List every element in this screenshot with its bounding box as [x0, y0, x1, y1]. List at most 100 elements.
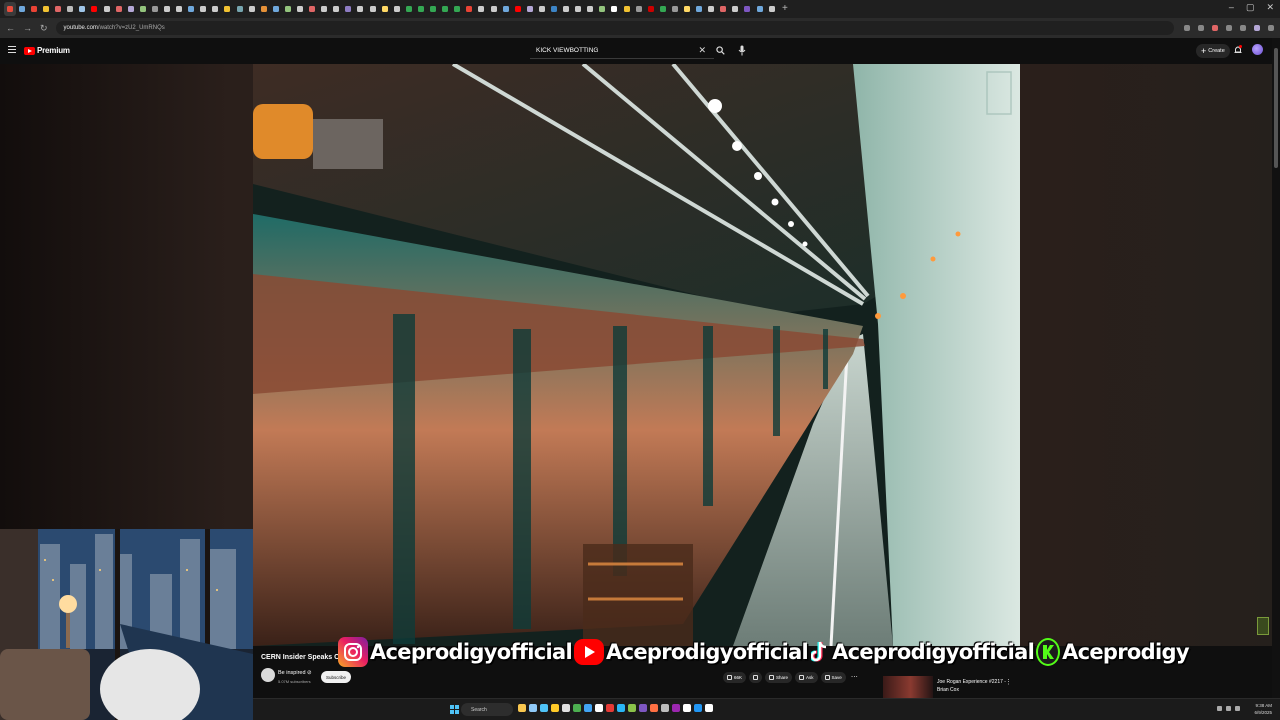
browser-tab[interactable] [621, 2, 633, 16]
taskbar-app-icon[interactable] [606, 704, 614, 712]
extension-icon[interactable] [1184, 25, 1190, 31]
browser-tab[interactable] [693, 2, 705, 16]
back-icon[interactable]: ← [6, 23, 15, 33]
browser-tab[interactable] [367, 2, 379, 16]
browser-tab[interactable] [306, 2, 318, 16]
browser-tab[interactable] [4, 2, 16, 16]
browser-tab[interactable] [113, 2, 125, 16]
recommended-menu-icon[interactable]: ⋮ [1005, 678, 1012, 686]
browser-tab[interactable] [222, 2, 234, 16]
browser-tab[interactable] [185, 2, 197, 16]
browser-tab[interactable] [52, 2, 64, 16]
extension-icon[interactable] [1226, 25, 1232, 31]
page-scrollbar[interactable] [1272, 38, 1280, 698]
browser-tab[interactable] [391, 2, 403, 16]
browser-tab[interactable] [234, 2, 246, 16]
windows-start-icon[interactable] [450, 705, 459, 714]
browser-tab[interactable] [657, 2, 669, 16]
bookmark-star-icon[interactable] [1198, 25, 1204, 31]
taskbar-clock[interactable]: 9:38 AM 6/9/2025 [1254, 702, 1272, 716]
menu-dots-icon[interactable] [1268, 25, 1274, 31]
browser-tab[interactable] [89, 2, 101, 16]
taskbar-app-icon[interactable] [650, 704, 658, 712]
browser-tab[interactable] [669, 2, 681, 16]
taskbar-app-icon[interactable] [540, 704, 548, 712]
taskbar-app-icon[interactable] [573, 704, 581, 712]
browser-tab[interactable] [548, 2, 560, 16]
taskbar-app-icon[interactable] [551, 704, 559, 712]
search-input[interactable]: KICK VIEWBOTTING ✕ [530, 43, 714, 59]
dislike-button[interactable] [749, 672, 763, 683]
reload-icon[interactable]: ↻ [40, 23, 48, 34]
browser-tab[interactable] [536, 2, 548, 16]
browser-tab[interactable] [439, 2, 451, 16]
browser-tab[interactable] [464, 2, 476, 16]
recommended-thumbnail[interactable] [883, 676, 933, 698]
maximize-button[interactable]: ▢ [1246, 2, 1255, 13]
browser-tab[interactable] [524, 2, 536, 16]
browser-tab[interactable] [572, 2, 584, 16]
notifications-bell-icon[interactable] [1234, 45, 1242, 55]
taskbar-app-icon[interactable] [672, 704, 680, 712]
taskbar-app-icon[interactable] [595, 704, 603, 712]
browser-tab[interactable] [28, 2, 40, 16]
taskbar-app-icon[interactable] [617, 704, 625, 712]
close-window-button[interactable]: ✕ [1266, 2, 1274, 13]
browser-tab[interactable] [379, 2, 391, 16]
taskbar-app-icon[interactable] [562, 704, 570, 712]
taskbar-app-icon[interactable] [661, 704, 669, 712]
browser-tab[interactable] [246, 2, 258, 16]
user-avatar[interactable] [1252, 44, 1263, 55]
share-button[interactable]: Share [765, 672, 793, 683]
browser-tab[interactable] [173, 2, 185, 16]
channel-avatar[interactable] [261, 668, 275, 682]
hamburger-menu-icon[interactable] [8, 46, 16, 53]
scrollbar-thumb[interactable] [1274, 48, 1278, 168]
extension-icon[interactable] [1240, 25, 1246, 31]
browser-tab[interactable] [161, 2, 173, 16]
browser-tab[interactable] [331, 2, 343, 16]
youtube-logo[interactable]: Premium [24, 46, 70, 55]
browser-tab[interactable] [137, 2, 149, 16]
browser-tab[interactable] [451, 2, 463, 16]
browser-tab[interactable] [645, 2, 657, 16]
browser-tab[interactable] [270, 2, 282, 16]
microphone-icon[interactable] [738, 45, 746, 56]
browser-tab[interactable] [633, 2, 645, 16]
wifi-icon[interactable] [1217, 706, 1222, 711]
taskbar-app-icon[interactable] [584, 704, 592, 712]
video-frame[interactable] [253, 64, 1020, 646]
clear-search-icon[interactable]: ✕ [698, 45, 706, 56]
browser-tab[interactable] [40, 2, 52, 16]
browser-tab[interactable] [16, 2, 28, 16]
browser-tab[interactable] [343, 2, 355, 16]
browser-tab[interactable] [294, 2, 306, 16]
taskbar-app-icon[interactable] [628, 704, 636, 712]
more-actions-button[interactable]: ⋯ [851, 672, 858, 683]
browser-tab[interactable] [718, 2, 730, 16]
browser-tab[interactable] [609, 2, 621, 16]
taskbar-app-icon[interactable] [639, 704, 647, 712]
browser-tab[interactable] [754, 2, 766, 16]
browser-tab[interactable] [318, 2, 330, 16]
browser-tab[interactable] [210, 2, 222, 16]
browser-tab[interactable] [705, 2, 717, 16]
browser-tab[interactable] [355, 2, 367, 16]
profile-icon[interactable] [1254, 25, 1260, 31]
browser-tab[interactable] [64, 2, 76, 16]
browser-tab[interactable] [415, 2, 427, 16]
like-button[interactable]: 66K [723, 672, 747, 683]
ask-button[interactable]: Ask [795, 672, 818, 683]
browser-tab[interactable] [560, 2, 572, 16]
browser-tab[interactable] [512, 2, 524, 16]
browser-tab[interactable] [500, 2, 512, 16]
taskbar-app-icon[interactable] [705, 704, 713, 712]
battery-icon[interactable] [1235, 706, 1240, 711]
browser-tab[interactable] [585, 2, 597, 16]
browser-tab[interactable] [77, 2, 89, 16]
create-button[interactable]: + Create [1196, 44, 1230, 58]
browser-tab[interactable] [403, 2, 415, 16]
extension-icon[interactable] [1212, 25, 1218, 31]
channel-name[interactable]: Be inspired ⊘ [278, 670, 312, 676]
browser-tab[interactable] [198, 2, 210, 16]
